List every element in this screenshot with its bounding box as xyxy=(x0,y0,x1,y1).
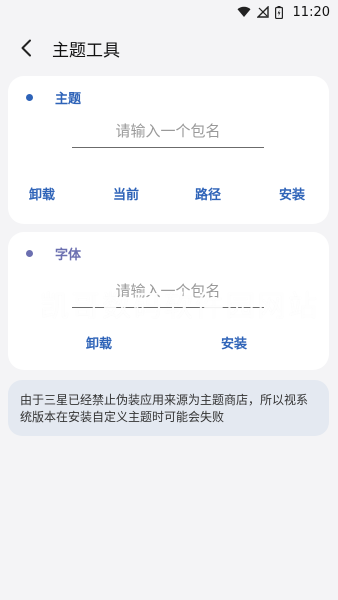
theme-package-input[interactable] xyxy=(72,114,264,147)
font-section-title: 字体 xyxy=(55,248,82,263)
status-time: 11:20 xyxy=(292,4,330,20)
theme-section-title: 主题 xyxy=(55,92,82,107)
theme-actions: 卸载 当前 路径 安装 xyxy=(8,184,329,208)
notice-text: 由于三星已经禁止伪装应用来源为主题商店，所以视系统版本在安装自定义主题时可能会失… xyxy=(20,393,309,424)
font-dot-icon xyxy=(26,250,33,257)
no-signal-icon xyxy=(256,6,269,18)
theme-current-button[interactable]: 当前 xyxy=(113,184,139,203)
font-actions: 卸载 安装 xyxy=(8,333,329,357)
status-bar: 11:20 xyxy=(0,0,338,24)
back-button[interactable] xyxy=(6,28,46,68)
font-package-input[interactable] xyxy=(72,274,264,307)
theme-uninstall-button[interactable]: 卸载 xyxy=(29,184,55,203)
theme-path-button[interactable]: 路径 xyxy=(195,184,221,203)
theme-section-header: 主题 xyxy=(26,88,81,107)
theme-install-button[interactable]: 安装 xyxy=(279,184,305,203)
page-title: 主题工具 xyxy=(52,40,120,61)
font-card: 字体 卸载 安装 xyxy=(8,232,329,370)
chevron-left-icon xyxy=(21,39,31,57)
wifi-icon xyxy=(237,6,251,18)
theme-dot-icon xyxy=(26,94,33,101)
theme-card: 主题 卸载 当前 路径 安装 xyxy=(8,76,329,224)
theme-package-input-wrapper xyxy=(72,114,264,148)
notice-banner: 由于三星已经禁止伪装应用来源为主题商店，所以视系统版本在安装自定义主题时可能会失… xyxy=(8,380,329,436)
font-uninstall-button[interactable]: 卸载 xyxy=(86,333,112,352)
font-package-input-wrapper xyxy=(72,274,264,308)
battery-icon xyxy=(274,5,283,19)
font-install-button[interactable]: 安装 xyxy=(221,333,247,352)
font-section-header: 字体 xyxy=(26,244,81,263)
app-bar: 主题工具 xyxy=(0,24,338,72)
